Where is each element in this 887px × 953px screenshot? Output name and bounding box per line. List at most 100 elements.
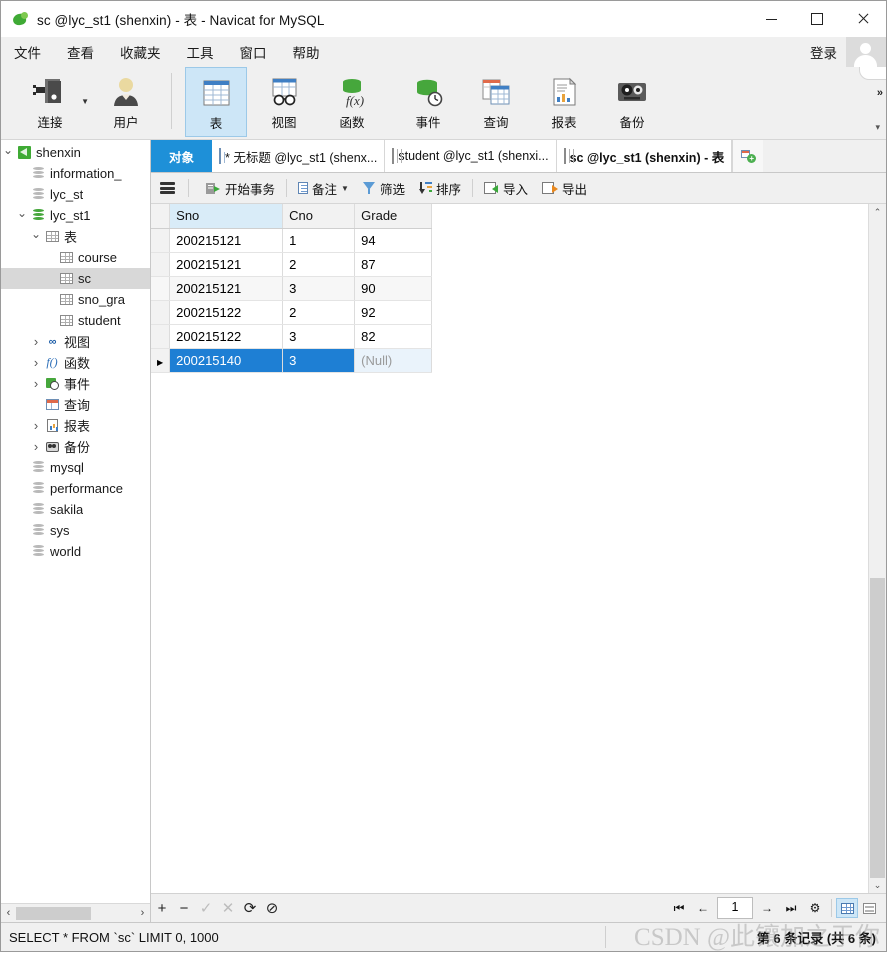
row-marker-current[interactable]: ▶	[151, 348, 171, 373]
ribbon-table[interactable]: 表	[185, 67, 247, 137]
row-marker[interactable]	[151, 324, 171, 349]
column-header-sno[interactable]: Sno	[169, 204, 284, 229]
table-row[interactable]: 200215122 2 92	[151, 300, 433, 325]
add-record-button[interactable]: +	[151, 896, 173, 920]
ribbon-function[interactable]: f(x) 函数	[321, 67, 383, 137]
scroll-right-button[interactable]: ›	[135, 907, 150, 919]
row-marker[interactable]	[151, 276, 171, 301]
cell-sno[interactable]: 200215121	[169, 276, 284, 301]
tree-item-sys[interactable]: sys	[1, 520, 150, 541]
tree-item-mysql[interactable]: mysql	[1, 457, 150, 478]
tree-item-information-schema[interactable]: information_	[1, 163, 150, 184]
tab-sc-table[interactable]: sc @lyc_st1 (shenxin) - 表	[556, 140, 733, 172]
tree-item-views[interactable]: ∞ 视图	[1, 331, 150, 352]
cell-cno[interactable]: 3	[282, 276, 356, 301]
table-row-selected[interactable]: ▶ 200215140 3 (Null)	[151, 348, 433, 373]
row-marker[interactable]	[151, 228, 171, 253]
settings-button[interactable]: ⚙	[803, 896, 827, 920]
ribbon-user[interactable]: 用户	[95, 67, 157, 137]
table-row[interactable]: 200215121 3 90	[151, 276, 433, 301]
form-view-button[interactable]	[858, 898, 880, 918]
menu-window[interactable]: 窗口	[227, 38, 280, 66]
cell-sno[interactable]: 200215121	[169, 228, 284, 253]
grid-view-button[interactable]	[836, 898, 858, 918]
menu-help[interactable]: 帮助	[280, 38, 333, 66]
menu-view[interactable]: 查看	[54, 38, 107, 66]
chevron-down-icon[interactable]: ▼	[81, 97, 89, 106]
avatar[interactable]	[846, 37, 886, 67]
cell-grade[interactable]: 82	[354, 324, 433, 349]
first-page-button[interactable]: ⏮	[667, 896, 691, 920]
tab-student-table[interactable]: student @lyc_st1 (shenxi...	[385, 140, 557, 172]
table-row[interactable]: 200215122 3 82	[151, 324, 433, 349]
ribbon-connection[interactable]: 连接 ▼	[19, 67, 89, 137]
chevron-down-icon[interactable]: ▼	[341, 184, 349, 193]
tree-item-sakila[interactable]: sakila	[1, 499, 150, 520]
column-header-grade[interactable]: Grade	[354, 204, 433, 229]
sort-button[interactable]: 排序	[412, 175, 468, 201]
tab-untitled-query[interactable]: * 无标题 @lyc_st1 (shenx...	[212, 140, 386, 172]
last-page-button[interactable]: ⏭	[779, 896, 803, 920]
stop-button[interactable]: ⊘	[261, 896, 283, 920]
tree-item-tables-folder[interactable]: 表	[1, 226, 150, 247]
cell-sno[interactable]: 200215122	[169, 300, 284, 325]
tree-item-reports[interactable]: 报表	[1, 415, 150, 436]
menu-favorites[interactable]: 收藏夹	[107, 38, 174, 66]
tree-item-shenxin[interactable]: shenxin	[1, 142, 150, 163]
table-row[interactable]: 200215121 1 94	[151, 228, 433, 253]
prev-page-button[interactable]: ←	[691, 896, 715, 920]
next-page-button[interactable]: →	[755, 896, 779, 920]
row-marker[interactable]	[151, 300, 171, 325]
minimize-button[interactable]	[748, 1, 794, 37]
begin-transaction-button[interactable]: 开始事务	[199, 175, 282, 201]
cell-sno[interactable]: 200215122	[169, 324, 284, 349]
menu-tools[interactable]: 工具	[174, 38, 227, 66]
grid-menu-button[interactable]	[151, 175, 184, 201]
chevron-right-icon[interactable]	[29, 439, 43, 454]
import-button[interactable]: 导入	[477, 175, 535, 201]
ribbon-query[interactable]: 查询	[465, 67, 527, 137]
cell-grade[interactable]: 87	[354, 252, 433, 277]
grid-vertical-scrollbar[interactable]: ⌃ ⌄	[868, 204, 886, 893]
cell-cno[interactable]: 3	[282, 348, 356, 373]
scroll-track[interactable]	[16, 905, 135, 921]
cell-grade[interactable]: 94	[354, 228, 433, 253]
tree-item-world[interactable]: world	[1, 541, 150, 562]
column-header-cno[interactable]: Cno	[282, 204, 356, 229]
tree-item-events[interactable]: 事件	[1, 373, 150, 394]
tree-item-student[interactable]: student	[1, 310, 150, 331]
chevron-right-icon[interactable]	[29, 376, 43, 391]
delete-record-button[interactable]: −	[173, 896, 195, 920]
chevron-right-icon[interactable]	[29, 418, 43, 433]
ribbon-view[interactable]: 视图	[253, 67, 315, 137]
close-button[interactable]	[840, 1, 886, 37]
chevron-right-icon[interactable]	[29, 355, 43, 370]
new-tab-button[interactable]: +	[732, 140, 764, 172]
tree-item-performance-schema[interactable]: performance	[1, 478, 150, 499]
login-link[interactable]: 登录	[801, 42, 846, 62]
scroll-left-button[interactable]: ‹	[1, 907, 16, 919]
tree-item-course[interactable]: course	[1, 247, 150, 268]
cell-cno[interactable]: 2	[282, 252, 356, 277]
scroll-up-button[interactable]: ⌃	[869, 204, 886, 220]
cell-grade[interactable]: 90	[354, 276, 433, 301]
ribbon-backup[interactable]: 备份	[601, 67, 663, 137]
table-row[interactable]: 200215121 2 87	[151, 252, 433, 277]
chevron-right-icon[interactable]	[29, 334, 43, 349]
apply-change-button[interactable]: ✓	[195, 896, 217, 920]
tree-item-backups[interactable]: 备份	[1, 436, 150, 457]
tree-item-lyc_st1[interactable]: lyc_st1	[1, 205, 150, 226]
tree-item-sc[interactable]: sc	[1, 268, 150, 289]
cell-sno[interactable]: 200215121	[169, 252, 284, 277]
export-button[interactable]: 导出	[535, 175, 594, 201]
sidebar-horizontal-scrollbar[interactable]: ‹ ›	[1, 903, 150, 922]
chevron-double-right-icon[interactable]: »	[877, 87, 883, 99]
tree-item-queries[interactable]: 查询	[1, 394, 150, 415]
chevron-down-icon[interactable]	[29, 230, 43, 244]
cell-cno[interactable]: 1	[282, 228, 356, 253]
scroll-thumb[interactable]	[870, 578, 885, 878]
cell-sno[interactable]: 200215140	[169, 348, 284, 373]
refresh-button[interactable]: ⟳	[239, 896, 261, 920]
cell-cno[interactable]: 3	[282, 324, 356, 349]
page-number-input[interactable]: 1	[717, 897, 753, 919]
